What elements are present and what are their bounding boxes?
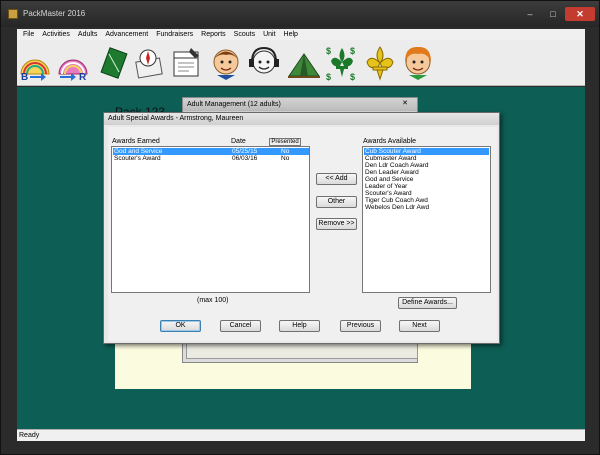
adult-management-close-button[interactable]: ✕ bbox=[397, 99, 413, 109]
cancel-button[interactable]: Cancel bbox=[220, 320, 261, 332]
menu-reports[interactable]: Reports bbox=[197, 31, 230, 38]
earned-presented: No bbox=[281, 148, 290, 155]
other-button[interactable]: Other bbox=[316, 196, 357, 208]
ok-button[interactable]: OK bbox=[160, 320, 201, 332]
menu-adults[interactable]: Adults bbox=[74, 31, 101, 38]
define-awards-button[interactable]: Define Awards... bbox=[398, 297, 457, 309]
next-button[interactable]: Next bbox=[399, 320, 440, 332]
b-letter: B bbox=[21, 72, 28, 82]
svg-text:$: $ bbox=[326, 72, 331, 82]
earned-date: 06/03/16 bbox=[232, 155, 258, 162]
list-item[interactable]: Scouter's Award bbox=[364, 190, 489, 197]
toolbar: B R $ $ $ $ bbox=[17, 40, 585, 86]
r-letter: R bbox=[79, 72, 87, 82]
menu-activities[interactable]: Activities bbox=[38, 31, 74, 38]
date-header: Date bbox=[231, 138, 246, 145]
adult-management-title: Adult Management (12 adults) bbox=[183, 98, 417, 111]
minimize-button[interactable]: – bbox=[519, 7, 541, 21]
list-item[interactable]: Cubmaster Award bbox=[364, 155, 489, 162]
menu-bar: File Activities Adults Advancement Fundr… bbox=[17, 29, 585, 40]
awards-earned-header: Awards Earned bbox=[112, 138, 160, 145]
calendar-planner-icon[interactable] bbox=[169, 44, 203, 82]
list-item[interactable]: God and Service bbox=[364, 176, 489, 183]
presented-header[interactable]: Presented bbox=[269, 138, 301, 146]
close-button[interactable]: ✕ bbox=[565, 7, 595, 21]
max-note: (max 100) bbox=[197, 297, 229, 304]
menu-fundraisers[interactable]: Fundraisers bbox=[152, 31, 197, 38]
awards-available-header: Awards Available bbox=[363, 138, 417, 145]
status-text: Ready bbox=[19, 432, 40, 439]
list-item[interactable]: Den Ldr Coach Award bbox=[364, 162, 489, 169]
maximize-button[interactable]: □ bbox=[542, 7, 564, 21]
svg-text:$: $ bbox=[326, 46, 331, 56]
awards-available-list[interactable]: Cub Scouter Award Cubmaster Award Den Ld… bbox=[362, 146, 491, 293]
earned-date: 05/25/15 bbox=[232, 148, 258, 155]
dialog-title: Adult Special Awards - Armstrong, Mauree… bbox=[104, 113, 499, 125]
earned-award: Scouter's Award bbox=[114, 155, 161, 162]
earned-row[interactable]: Scouter's Award 06/03/16 No bbox=[113, 155, 309, 162]
svg-text:$: $ bbox=[350, 72, 355, 82]
earned-award: God and Service bbox=[114, 148, 163, 155]
app-window: PackMaster 2016 – □ ✕ File Activities Ad… bbox=[0, 0, 600, 455]
compass-map-icon[interactable] bbox=[133, 44, 167, 82]
status-bar: Ready bbox=[17, 429, 585, 441]
list-item[interactable]: Leader of Year bbox=[364, 183, 489, 190]
list-item[interactable]: Tiger Cub Coach Awd bbox=[364, 197, 489, 204]
earned-row[interactable]: God and Service 05/25/15 No bbox=[113, 148, 309, 155]
scout-boy-icon[interactable] bbox=[209, 44, 243, 82]
earned-presented: No bbox=[281, 155, 290, 162]
list-item[interactable]: Den Leader Award bbox=[364, 169, 489, 176]
list-item[interactable]: Cub Scouter Award bbox=[364, 148, 489, 155]
add-button[interactable]: << Add bbox=[316, 173, 357, 185]
menu-advancement[interactable]: Advancement bbox=[101, 31, 152, 38]
tent-icon[interactable] bbox=[287, 44, 321, 82]
scout-girl-icon[interactable] bbox=[401, 44, 435, 82]
awards-earned-list[interactable]: God and Service 05/25/15 No Scouter's Aw… bbox=[111, 146, 310, 293]
app-icon bbox=[8, 9, 18, 19]
app-title: PackMaster 2016 bbox=[23, 9, 86, 18]
fleur-de-lis-icon[interactable] bbox=[363, 44, 397, 82]
b-to-r-chart-icon[interactable]: B bbox=[19, 44, 53, 83]
remove-button[interactable]: Remove >> bbox=[316, 218, 357, 230]
previous-button[interactable]: Previous bbox=[340, 320, 381, 332]
menu-help[interactable]: Help bbox=[280, 31, 302, 38]
help-button[interactable]: Help bbox=[279, 320, 320, 332]
money-fleur-de-lis-icon[interactable]: $ $ $ $ bbox=[325, 44, 359, 82]
menu-unit[interactable]: Unit bbox=[259, 31, 279, 38]
g-to-r-chart-icon[interactable]: R bbox=[57, 44, 91, 83]
menu-file[interactable]: File bbox=[19, 31, 38, 38]
menu-scouts[interactable]: Scouts bbox=[230, 31, 259, 38]
svg-text:$: $ bbox=[350, 46, 355, 56]
notebook-icon[interactable] bbox=[97, 44, 131, 82]
list-item[interactable]: Webelos Den Ldr Awd bbox=[364, 204, 489, 211]
title-bar: PackMaster 2016 – □ ✕ bbox=[1, 1, 599, 27]
scout-boy-headphones-icon[interactable] bbox=[247, 44, 281, 82]
